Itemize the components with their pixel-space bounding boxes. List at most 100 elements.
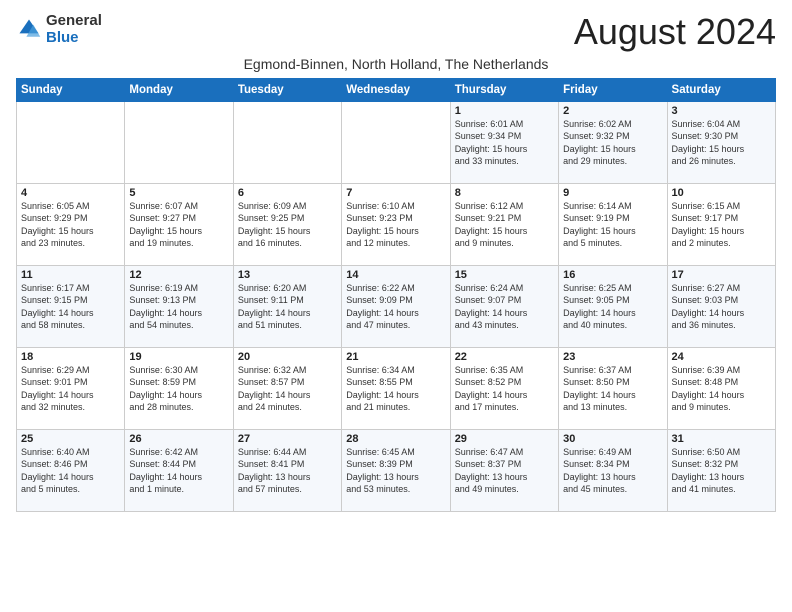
day-info: Sunrise: 6:42 AM Sunset: 8:44 PM Dayligh… <box>129 446 228 496</box>
day-number: 7 <box>346 187 445 199</box>
day-info: Sunrise: 6:45 AM Sunset: 8:39 PM Dayligh… <box>346 446 445 496</box>
day-number: 15 <box>455 269 554 281</box>
day-number: 27 <box>238 433 337 445</box>
title-block: August 2024 <box>574 12 776 52</box>
calendar-cell: 22Sunrise: 6:35 AM Sunset: 8:52 PM Dayli… <box>450 347 558 429</box>
calendar-cell: 26Sunrise: 6:42 AM Sunset: 8:44 PM Dayli… <box>125 429 233 511</box>
calendar-cell: 9Sunrise: 6:14 AM Sunset: 9:19 PM Daylig… <box>559 183 667 265</box>
calendar-cell: 28Sunrise: 6:45 AM Sunset: 8:39 PM Dayli… <box>342 429 450 511</box>
day-number: 3 <box>672 105 771 117</box>
week-row-0: 1Sunrise: 6:01 AM Sunset: 9:34 PM Daylig… <box>17 101 776 183</box>
week-row-4: 25Sunrise: 6:40 AM Sunset: 8:46 PM Dayli… <box>17 429 776 511</box>
week-row-2: 11Sunrise: 6:17 AM Sunset: 9:15 PM Dayli… <box>17 265 776 347</box>
calendar-cell: 16Sunrise: 6:25 AM Sunset: 9:05 PM Dayli… <box>559 265 667 347</box>
day-info: Sunrise: 6:02 AM Sunset: 9:32 PM Dayligh… <box>563 118 662 168</box>
day-info: Sunrise: 6:35 AM Sunset: 8:52 PM Dayligh… <box>455 364 554 414</box>
calendar-cell: 18Sunrise: 6:29 AM Sunset: 9:01 PM Dayli… <box>17 347 125 429</box>
week-row-1: 4Sunrise: 6:05 AM Sunset: 9:29 PM Daylig… <box>17 183 776 265</box>
calendar-cell: 14Sunrise: 6:22 AM Sunset: 9:09 PM Dayli… <box>342 265 450 347</box>
day-info: Sunrise: 6:05 AM Sunset: 9:29 PM Dayligh… <box>21 200 120 250</box>
calendar-cell: 27Sunrise: 6:44 AM Sunset: 8:41 PM Dayli… <box>233 429 341 511</box>
col-friday: Friday <box>559 78 667 101</box>
day-info: Sunrise: 6:47 AM Sunset: 8:37 PM Dayligh… <box>455 446 554 496</box>
day-info: Sunrise: 6:20 AM Sunset: 9:11 PM Dayligh… <box>238 282 337 332</box>
day-info: Sunrise: 6:40 AM Sunset: 8:46 PM Dayligh… <box>21 446 120 496</box>
month-title: August 2024 <box>574 12 776 52</box>
calendar-cell: 25Sunrise: 6:40 AM Sunset: 8:46 PM Dayli… <box>17 429 125 511</box>
day-number: 9 <box>563 187 662 199</box>
day-number: 10 <box>672 187 771 199</box>
calendar-cell: 19Sunrise: 6:30 AM Sunset: 8:59 PM Dayli… <box>125 347 233 429</box>
day-number: 17 <box>672 269 771 281</box>
calendar-cell: 1Sunrise: 6:01 AM Sunset: 9:34 PM Daylig… <box>450 101 558 183</box>
day-info: Sunrise: 6:29 AM Sunset: 9:01 PM Dayligh… <box>21 364 120 414</box>
day-number: 1 <box>455 105 554 117</box>
day-number: 2 <box>563 105 662 117</box>
day-info: Sunrise: 6:37 AM Sunset: 8:50 PM Dayligh… <box>563 364 662 414</box>
day-info: Sunrise: 6:09 AM Sunset: 9:25 PM Dayligh… <box>238 200 337 250</box>
calendar-cell: 3Sunrise: 6:04 AM Sunset: 9:30 PM Daylig… <box>667 101 775 183</box>
day-info: Sunrise: 6:30 AM Sunset: 8:59 PM Dayligh… <box>129 364 228 414</box>
day-number: 30 <box>563 433 662 445</box>
day-info: Sunrise: 6:01 AM Sunset: 9:34 PM Dayligh… <box>455 118 554 168</box>
day-info: Sunrise: 6:44 AM Sunset: 8:41 PM Dayligh… <box>238 446 337 496</box>
day-info: Sunrise: 6:12 AM Sunset: 9:21 PM Dayligh… <box>455 200 554 250</box>
logo-blue: Blue <box>46 29 79 46</box>
col-thursday: Thursday <box>450 78 558 101</box>
calendar-cell: 2Sunrise: 6:02 AM Sunset: 9:32 PM Daylig… <box>559 101 667 183</box>
calendar-cell <box>17 101 125 183</box>
day-number: 18 <box>21 351 120 363</box>
calendar-cell: 10Sunrise: 6:15 AM Sunset: 9:17 PM Dayli… <box>667 183 775 265</box>
col-sunday: Sunday <box>17 78 125 101</box>
logo-icon <box>16 16 42 42</box>
day-number: 21 <box>346 351 445 363</box>
calendar-cell <box>233 101 341 183</box>
day-info: Sunrise: 6:32 AM Sunset: 8:57 PM Dayligh… <box>238 364 337 414</box>
logo: General Blue <box>16 12 102 47</box>
day-number: 12 <box>129 269 228 281</box>
calendar-cell: 13Sunrise: 6:20 AM Sunset: 9:11 PM Dayli… <box>233 265 341 347</box>
day-info: Sunrise: 6:25 AM Sunset: 9:05 PM Dayligh… <box>563 282 662 332</box>
calendar-cell: 7Sunrise: 6:10 AM Sunset: 9:23 PM Daylig… <box>342 183 450 265</box>
calendar-cell: 20Sunrise: 6:32 AM Sunset: 8:57 PM Dayli… <box>233 347 341 429</box>
calendar-cell: 21Sunrise: 6:34 AM Sunset: 8:55 PM Dayli… <box>342 347 450 429</box>
calendar-cell: 11Sunrise: 6:17 AM Sunset: 9:15 PM Dayli… <box>17 265 125 347</box>
day-number: 25 <box>21 433 120 445</box>
calendar-cell: 17Sunrise: 6:27 AM Sunset: 9:03 PM Dayli… <box>667 265 775 347</box>
day-info: Sunrise: 6:04 AM Sunset: 9:30 PM Dayligh… <box>672 118 771 168</box>
day-number: 22 <box>455 351 554 363</box>
day-info: Sunrise: 6:27 AM Sunset: 9:03 PM Dayligh… <box>672 282 771 332</box>
calendar-cell <box>342 101 450 183</box>
col-saturday: Saturday <box>667 78 775 101</box>
day-number: 24 <box>672 351 771 363</box>
day-number: 20 <box>238 351 337 363</box>
subtitle: Egmond-Binnen, North Holland, The Nether… <box>16 56 776 72</box>
week-row-3: 18Sunrise: 6:29 AM Sunset: 9:01 PM Dayli… <box>17 347 776 429</box>
calendar-cell: 12Sunrise: 6:19 AM Sunset: 9:13 PM Dayli… <box>125 265 233 347</box>
calendar-header: Sunday Monday Tuesday Wednesday Thursday… <box>17 78 776 101</box>
calendar-cell: 30Sunrise: 6:49 AM Sunset: 8:34 PM Dayli… <box>559 429 667 511</box>
day-info: Sunrise: 6:07 AM Sunset: 9:27 PM Dayligh… <box>129 200 228 250</box>
day-info: Sunrise: 6:39 AM Sunset: 8:48 PM Dayligh… <box>672 364 771 414</box>
day-number: 28 <box>346 433 445 445</box>
day-number: 11 <box>21 269 120 281</box>
day-number: 31 <box>672 433 771 445</box>
calendar-cell: 31Sunrise: 6:50 AM Sunset: 8:32 PM Dayli… <box>667 429 775 511</box>
day-info: Sunrise: 6:22 AM Sunset: 9:09 PM Dayligh… <box>346 282 445 332</box>
col-tuesday: Tuesday <box>233 78 341 101</box>
day-number: 6 <box>238 187 337 199</box>
calendar-cell: 5Sunrise: 6:07 AM Sunset: 9:27 PM Daylig… <box>125 183 233 265</box>
day-number: 8 <box>455 187 554 199</box>
col-wednesday: Wednesday <box>342 78 450 101</box>
day-number: 5 <box>129 187 228 199</box>
day-number: 23 <box>563 351 662 363</box>
calendar-cell: 29Sunrise: 6:47 AM Sunset: 8:37 PM Dayli… <box>450 429 558 511</box>
calendar-cell: 6Sunrise: 6:09 AM Sunset: 9:25 PM Daylig… <box>233 183 341 265</box>
col-monday: Monday <box>125 78 233 101</box>
calendar-cell: 8Sunrise: 6:12 AM Sunset: 9:21 PM Daylig… <box>450 183 558 265</box>
calendar-cell: 4Sunrise: 6:05 AM Sunset: 9:29 PM Daylig… <box>17 183 125 265</box>
day-number: 19 <box>129 351 228 363</box>
header-row: Sunday Monday Tuesday Wednesday Thursday… <box>17 78 776 101</box>
day-number: 16 <box>563 269 662 281</box>
day-info: Sunrise: 6:17 AM Sunset: 9:15 PM Dayligh… <box>21 282 120 332</box>
